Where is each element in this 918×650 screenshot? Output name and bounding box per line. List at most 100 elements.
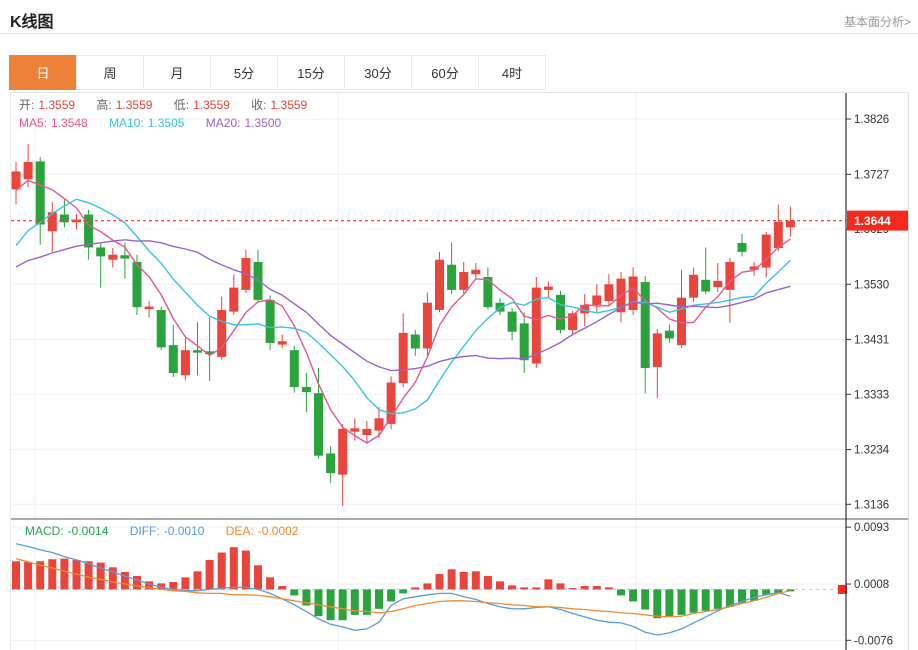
candles-layer [12, 144, 795, 506]
tab-5分[interactable]: 5分 [210, 55, 278, 90]
macd-bar [617, 589, 625, 595]
macd-bar [641, 589, 649, 609]
candle-body [314, 393, 323, 456]
macd-bar [206, 560, 214, 589]
tab-月[interactable]: 月 [143, 55, 211, 90]
macd-bar [605, 587, 613, 589]
page-title: K线图 [10, 8, 54, 32]
y-axis-tick-label: 1.3136 [854, 499, 889, 511]
macd-bar [569, 588, 577, 589]
dea-line [16, 559, 790, 617]
candle-body [350, 428, 359, 431]
y-axis-tick-label: 1.3826 [854, 114, 889, 126]
macd-bar [544, 579, 552, 589]
candle-body [193, 350, 202, 353]
macd-bar [230, 547, 238, 589]
candle-body [338, 429, 347, 475]
candle-body [302, 387, 311, 392]
macd-bar [339, 589, 347, 620]
candle-body [629, 276, 638, 310]
tab-30分[interactable]: 30分 [344, 55, 412, 90]
macd-bar [448, 569, 456, 589]
candle-body [653, 333, 662, 367]
macd-axis-tick-label: 0.0008 [854, 579, 889, 591]
tab-周[interactable]: 周 [76, 55, 144, 90]
candle-body [362, 429, 371, 435]
candle-body [447, 265, 456, 290]
candle-body [375, 418, 384, 430]
candle-body [665, 331, 674, 339]
tab-60分[interactable]: 60分 [411, 55, 479, 90]
candle-body [701, 280, 710, 292]
macd-bar [387, 589, 395, 601]
candle-body [689, 275, 698, 298]
y-axis-tick-label: 1.3727 [854, 169, 889, 181]
candle-body [326, 453, 335, 473]
macd-bar [242, 551, 250, 590]
candle-body [604, 284, 613, 301]
candle-body [738, 243, 747, 252]
macd-bar [690, 589, 698, 612]
macd-bar [423, 583, 431, 589]
candle-body [266, 300, 275, 343]
fundamental-analysis-link[interactable]: 基本面分析> [844, 13, 911, 30]
candle-body [229, 288, 238, 312]
candle-body [12, 171, 21, 189]
macd-bar [460, 572, 468, 589]
macd-bar [327, 589, 335, 620]
candle-body [641, 282, 650, 368]
candle-body [423, 303, 432, 349]
candle-body [24, 162, 33, 179]
macd-bar [254, 565, 262, 589]
macd-bar [375, 589, 383, 608]
macd-bar [194, 571, 202, 589]
macd-bar [472, 571, 480, 589]
candle-body [84, 214, 93, 247]
candle-body [556, 295, 565, 330]
macd-bar [678, 589, 686, 614]
candle-body [290, 350, 299, 387]
candle-body [181, 350, 190, 375]
macd-bar [24, 562, 32, 589]
macd-bar [629, 589, 637, 601]
macd-bar [496, 581, 504, 589]
macd-bar [532, 587, 540, 589]
candle-body [544, 287, 553, 290]
macd-bar [12, 561, 20, 589]
macd-bar [133, 576, 141, 589]
macd-bar [593, 586, 601, 589]
candle-body [713, 281, 722, 287]
macd-bar [181, 577, 189, 589]
macd-bar [411, 587, 419, 589]
macd-bar [436, 574, 444, 589]
y-axis-tick-label: 1.3431 [854, 335, 889, 347]
macd-bar [520, 587, 528, 589]
tab-15分[interactable]: 15分 [277, 55, 345, 90]
macd-bar [557, 583, 565, 589]
page-header: K线图 基本面分析> [0, 0, 918, 34]
candle-body [36, 161, 45, 224]
candle-body [169, 345, 178, 373]
macd-bar [290, 589, 298, 595]
macd-bar [278, 586, 286, 589]
candle-body [145, 307, 154, 310]
chart-canvas[interactable]: 1.38261.37271.36291.35301.34311.33331.32… [11, 93, 908, 650]
current-price-badge-label: 1.3644 [854, 214, 891, 228]
candle-body [278, 341, 287, 344]
candle-body [520, 323, 529, 360]
macd-bar [653, 589, 661, 618]
y-axis-tick-label: 1.3530 [854, 279, 889, 291]
macd-bar [665, 589, 673, 616]
tab-4时[interactable]: 4时 [478, 55, 546, 90]
macd-bar [60, 559, 68, 590]
macd-bar [484, 576, 492, 589]
candle-body [435, 260, 444, 310]
macd-bar [218, 553, 226, 590]
macd-bar [750, 589, 758, 600]
macd-axis-tick-label: -0.0076 [854, 635, 893, 647]
candle-body [774, 222, 783, 248]
macd-bar [581, 586, 589, 589]
chart-container[interactable]: 1.38261.37271.36291.35301.34311.33331.32… [10, 92, 909, 650]
candle-body [508, 312, 517, 332]
tab-日[interactable]: 日 [9, 55, 77, 90]
